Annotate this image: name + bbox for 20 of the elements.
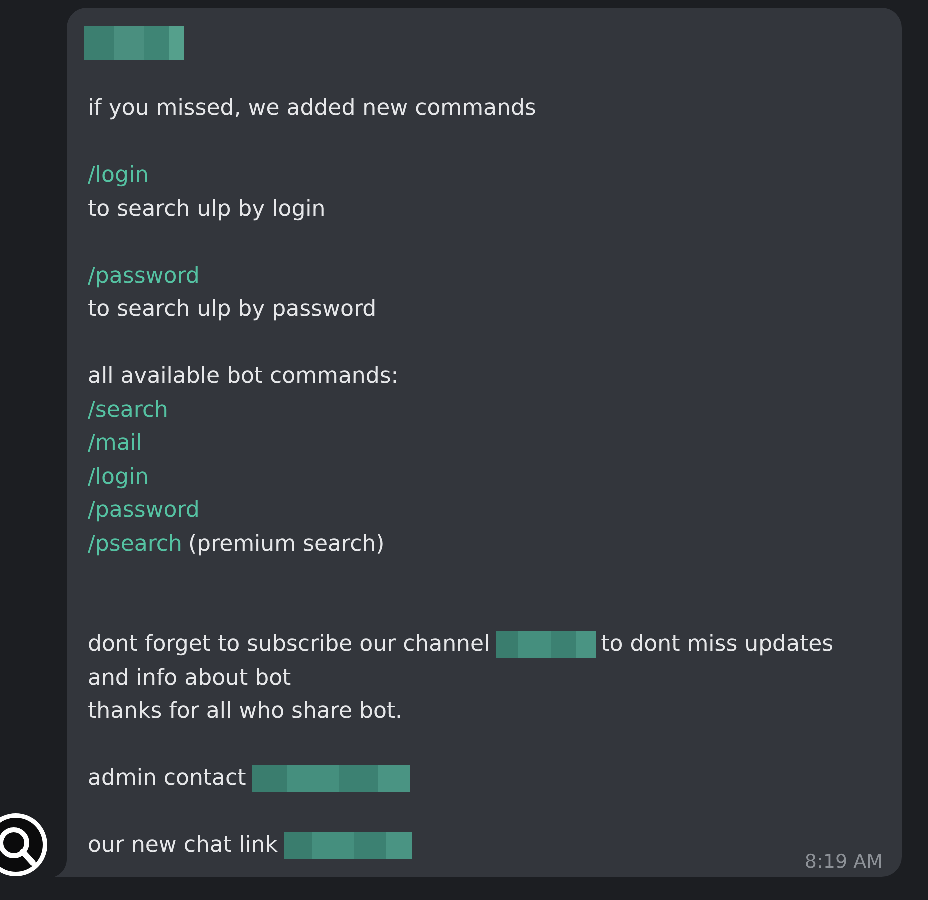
- message-text: to search ulp by password: [88, 296, 377, 324]
- message-text: to search ulp by login: [88, 196, 326, 224]
- message-text: (premium search): [188, 530, 385, 558]
- message-text: dont forget to subscribe our channel: [88, 631, 490, 659]
- magnifier-avatar-icon[interactable]: [0, 812, 47, 876]
- message-text: admin contact: [88, 765, 246, 793]
- message-time: 8:19 AM: [804, 850, 883, 872]
- command-link[interactable]: /password: [88, 260, 200, 293]
- message-text: and info about bot: [88, 664, 292, 692]
- message-text: if you missed, we added new commands: [88, 95, 536, 123]
- message-text: to dont miss updates: [601, 631, 834, 659]
- command-link[interactable]: /password: [88, 494, 200, 528]
- command-link[interactable]: /login: [88, 460, 150, 494]
- message-text: our new chat link: [88, 832, 278, 860]
- command-link[interactable]: /login: [88, 159, 150, 192]
- command-link[interactable]: /search: [88, 394, 168, 427]
- command-link[interactable]: /mail: [88, 427, 143, 460]
- message-text: thanks for all who share bot.: [88, 698, 403, 726]
- message-text: all available bot commands:: [88, 363, 399, 391]
- command-link[interactable]: /psearch: [88, 528, 182, 561]
